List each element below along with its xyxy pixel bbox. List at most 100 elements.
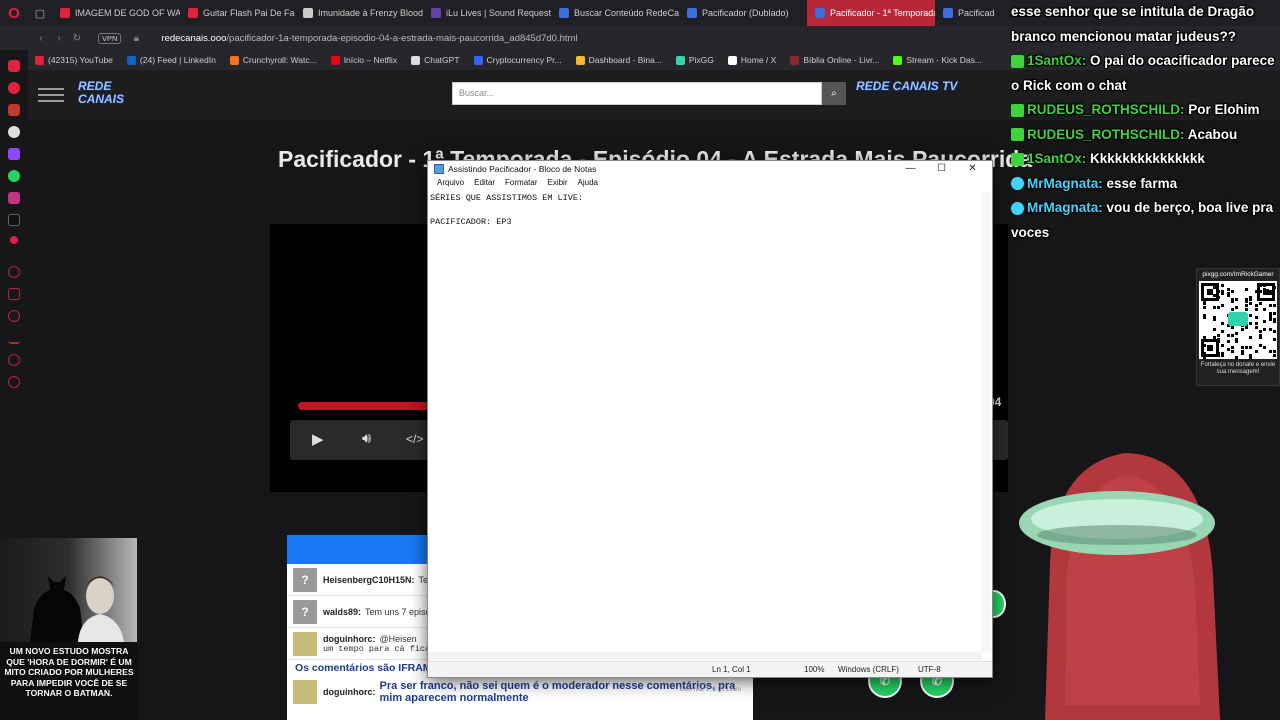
browser-tab[interactable]: Imunidade à Frenzy Blood xyxy=(295,0,423,26)
menu-item[interactable]: Arquivo xyxy=(432,178,469,191)
tab-label: Pacificador - 1ª Temporada xyxy=(830,8,935,18)
reload-icon[interactable]: ↻ xyxy=(68,33,86,44)
chatgpt-icon[interactable] xyxy=(8,126,20,138)
bookmark-label: Crunchyroll: Watc... xyxy=(242,55,317,65)
site-logo-right[interactable]: REDE CANAIS TV xyxy=(856,80,1006,110)
bookmark-favicon-icon xyxy=(411,55,421,65)
comment-avatar[interactable]: ? xyxy=(293,599,317,624)
tab-favicon-icon xyxy=(943,8,953,18)
comment-author[interactable]: walds89: xyxy=(323,607,361,617)
bag-icon[interactable] xyxy=(8,104,20,116)
menu-item[interactable]: Exibir xyxy=(542,178,572,191)
vertical-scrollbar[interactable] xyxy=(981,192,991,652)
player-icon[interactable] xyxy=(10,236,18,244)
browser-tab[interactable]: Buscar Conteúdo RedeCanais xyxy=(551,0,679,26)
settings-icon[interactable] xyxy=(8,376,20,388)
chat-badge-icon xyxy=(1011,103,1024,117)
bookmark-item[interactable]: ChatGPT xyxy=(404,55,466,65)
chat-badge-icon xyxy=(1011,152,1024,166)
qr-code-icon xyxy=(1199,281,1277,359)
bookmark-item[interactable]: Home / X xyxy=(721,55,783,65)
history-icon[interactable] xyxy=(8,266,20,278)
speed-dial-icon[interactable] xyxy=(8,60,20,72)
minimize-icon[interactable]: — xyxy=(895,161,926,177)
bookmark-item[interactable]: (42315) YouTube xyxy=(28,55,120,65)
chat-badge-icon xyxy=(1011,201,1024,215)
extensions-icon[interactable] xyxy=(8,354,20,366)
bookmark-item[interactable]: Dashboard - Bina... xyxy=(569,55,669,65)
notepad-text-area[interactable]: SÉRIES QUE ASSISTIMOS EM LIVE: PACIFICAD… xyxy=(430,192,982,650)
chat-message: esse senhor que se intitula de Dragão br… xyxy=(1011,0,1280,49)
bookmark-item[interactable]: (24) Feed | LinkedIn xyxy=(120,55,223,65)
screen: O ▢ IMAGEM DE GOD OF WAR Guitar Flash Pai… xyxy=(0,0,1280,720)
horizontal-scrollbar[interactable] xyxy=(428,652,982,660)
instagram-icon[interactable] xyxy=(8,192,20,204)
opera-logo-icon[interactable]: O xyxy=(0,0,28,26)
comment-author[interactable]: doguinhorc: xyxy=(323,687,376,697)
browser-tab[interactable]: IMAGEM DE GOD OF WAR xyxy=(52,0,180,26)
browser-tab[interactable]: Pacificador (Dublado) xyxy=(679,0,807,26)
browser-tab[interactable]: Pacificador - 1ª Temporada xyxy=(807,0,935,26)
browser-tab[interactable]: Pacificado xyxy=(935,0,995,26)
bookmark-favicon-icon xyxy=(126,55,136,65)
bookmark-favicon-icon xyxy=(473,55,483,65)
chat-message: MrMagnata: esse farma xyxy=(1011,172,1280,197)
browser-tab[interactable]: iLu Lives | Sound Request xyxy=(423,0,551,26)
chat-badge-icon xyxy=(1011,54,1024,68)
comment-author[interactable]: HeisenbergC10H15N: xyxy=(323,575,415,585)
tab-manager-icon[interactable]: ▢ xyxy=(28,0,52,26)
bookmark-label: ChatGPT xyxy=(424,55,460,65)
bookmark-item[interactable]: PixGG xyxy=(669,55,721,65)
url-field[interactable]: redecanais.ooo/pacificador-1a-temporada-… xyxy=(161,33,577,44)
site-logo[interactable]: REDE CANAIS xyxy=(78,80,148,110)
embed-icon[interactable]: </> xyxy=(406,432,423,446)
notepad-window[interactable]: Assistindo Pacificador - Bloco de Notas … xyxy=(427,160,993,678)
menu-item[interactable]: Ajuda xyxy=(573,178,603,191)
comment-avatar[interactable] xyxy=(293,631,317,656)
bookmark-favicon-icon xyxy=(893,55,903,65)
comment-avatar[interactable] xyxy=(293,680,317,704)
bookmark-item[interactable]: Bíblia Online - Livr... xyxy=(783,55,886,65)
bookmark-label: Dashboard - Bina... xyxy=(588,55,662,65)
bookmark-favicon-icon xyxy=(575,55,585,65)
chat-message: 1SantOx: Kkkkkkkkkkkkkkk xyxy=(1011,147,1280,172)
chat-message: RUDEUS_ROTHSCHILD: Por Elohim xyxy=(1011,98,1280,123)
site-search-input[interactable]: Buscar... xyxy=(452,82,822,105)
bookmark-label: Bíblia Online - Livr... xyxy=(803,55,880,65)
menu-item[interactable]: Formatar xyxy=(500,178,542,191)
chat-username: MrMagnata: xyxy=(1027,200,1103,215)
clock-icon[interactable] xyxy=(8,310,20,322)
download-icon[interactable] xyxy=(8,332,20,344)
notepad-menu-bar: Arquivo Editar Formatar Exibir Ajuda xyxy=(428,178,992,191)
comment-avatar[interactable]: ? xyxy=(293,567,317,592)
comment-body: doguinhorc: @Heisen um tempo para cá fica xyxy=(323,634,430,654)
tiktok-icon[interactable] xyxy=(8,214,20,226)
play-icon[interactable]: ▶ xyxy=(312,430,324,448)
aria-icon[interactable] xyxy=(8,82,20,94)
bookmark-item[interactable]: Crunchyroll: Watc... xyxy=(223,55,324,65)
bookmark-item[interactable]: Início – Netflix xyxy=(324,55,404,65)
donate-qr-card: pixgg.com/ImRickGamer Fortaleça no donat… xyxy=(1196,268,1280,386)
tab-favicon-icon xyxy=(431,8,441,18)
forward-icon[interactable]: › xyxy=(50,33,68,44)
volume-icon[interactable]: 🔊︎ xyxy=(362,430,371,447)
window-controls: — ☐ ✕ xyxy=(895,161,988,177)
twitch-icon[interactable] xyxy=(8,148,20,160)
bookmark-item[interactable]: Cryptocurrency Pr... xyxy=(467,55,569,65)
maximize-icon[interactable]: ☐ xyxy=(926,161,957,177)
search-icon[interactable]: ⌕ xyxy=(822,82,846,105)
lock-icon[interactable]: 🔒︎ xyxy=(127,33,145,44)
tab-favicon-icon xyxy=(815,8,825,18)
comment-author[interactable]: doguinhorc: xyxy=(323,634,376,644)
back-icon[interactable]: ‹ xyxy=(32,33,50,44)
chat-message: 1SantOx: O pai do ocacificador parece o … xyxy=(1011,49,1280,98)
whatsapp-icon[interactable] xyxy=(8,170,20,182)
browser-tab[interactable]: Guitar Flash Pai De Família xyxy=(180,0,295,26)
bookmark-item[interactable]: Stream - Kick Das... xyxy=(886,55,989,65)
vpn-badge[interactable]: VPN xyxy=(98,32,122,44)
bookmarks-icon[interactable] xyxy=(8,288,20,300)
menu-item[interactable]: Editar xyxy=(469,178,500,191)
close-icon[interactable]: ✕ xyxy=(957,161,988,177)
chat-text: esse farma xyxy=(1106,175,1178,191)
menu-icon[interactable] xyxy=(38,88,64,102)
